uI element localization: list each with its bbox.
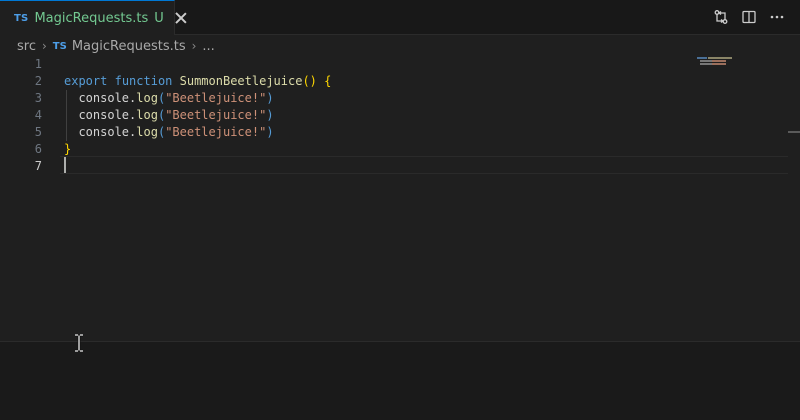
more-actions-icon[interactable] — [768, 8, 786, 26]
minimap[interactable] — [697, 56, 737, 66]
untracked-badge: U — [154, 10, 164, 26]
close-brace: } — [64, 142, 72, 156]
function-name: SummonBeetlejuice — [179, 74, 303, 88]
string-literal: "Beetlejuice!" — [165, 108, 267, 122]
breadcrumb-file[interactable]: MagicRequests.ts — [72, 39, 186, 54]
bottom-pane — [0, 341, 800, 420]
line-number-active: 7 — [34, 159, 42, 173]
current-line-highlight — [60, 156, 788, 174]
open-brace: { — [324, 74, 332, 88]
keyword-export: export — [64, 74, 108, 88]
breadcrumb-symbols[interactable]: ... — [202, 39, 214, 54]
string-literal: "Beetlejuice!" — [165, 125, 267, 139]
vertical-scrollbar[interactable] — [788, 36, 800, 341]
keyword-function: function — [114, 74, 173, 88]
minimap-line — [712, 63, 726, 65]
code-line: export function SummonBeetlejuice() { — [64, 73, 331, 90]
compare-changes-icon[interactable] — [712, 8, 730, 26]
minimap-line — [700, 60, 712, 62]
method-name: log — [136, 125, 158, 139]
text-cursor — [64, 157, 66, 173]
breadcrumb: src › TS MagicRequests.ts › ... — [0, 36, 800, 56]
minimap-line — [697, 57, 707, 59]
split-editor-icon[interactable] — [740, 8, 758, 26]
identifier: console — [78, 108, 130, 122]
code-editor[interactable]: 1 2 3 4 5 6 7 export function SummonBeet… — [0, 56, 790, 341]
tab-bar: TS MagicRequests.ts U — [0, 0, 800, 35]
paren: ) — [266, 125, 274, 139]
typescript-icon: TS — [52, 40, 67, 52]
line-number: 1 — [34, 57, 42, 71]
chevron-right-icon: › — [191, 39, 197, 53]
line-number: 3 — [34, 91, 42, 105]
scrollbar-marker — [788, 131, 800, 133]
paren: ) — [266, 91, 274, 105]
paren: () — [302, 74, 317, 88]
breadcrumb-folder[interactable]: src — [17, 39, 36, 54]
minimap-line — [712, 60, 726, 62]
line-number: 2 — [34, 74, 42, 88]
code-content: export function SummonBeetlejuice() { co… — [64, 56, 331, 243]
line-number: 4 — [34, 108, 42, 122]
minimap-line — [708, 57, 732, 59]
method-name: log — [136, 108, 158, 122]
editor-actions — [712, 8, 786, 26]
identifier: console — [78, 91, 130, 105]
method-name: log — [136, 91, 158, 105]
chevron-right-icon: › — [41, 39, 47, 53]
code-line: console.log("Beetlejuice!") — [64, 90, 274, 107]
tab-title: MagicRequests.ts — [34, 10, 149, 26]
typescript-icon: TS — [14, 12, 29, 24]
code-line: console.log("Beetlejuice!") — [64, 107, 274, 124]
code-line: console.log("Beetlejuice!") — [64, 124, 274, 141]
string-literal: "Beetlejuice!" — [165, 91, 267, 105]
line-number: 5 — [34, 125, 42, 139]
editor-window: TS MagicRequests.ts U src › TS MagicRequ… — [0, 0, 800, 420]
tab-magic-requests[interactable]: TS MagicRequests.ts U — [0, 0, 175, 35]
paren: ) — [266, 108, 274, 122]
identifier: console — [78, 125, 130, 139]
minimap-line — [700, 63, 712, 65]
ibeam-cursor-icon — [73, 333, 85, 353]
line-number: 6 — [34, 142, 42, 156]
